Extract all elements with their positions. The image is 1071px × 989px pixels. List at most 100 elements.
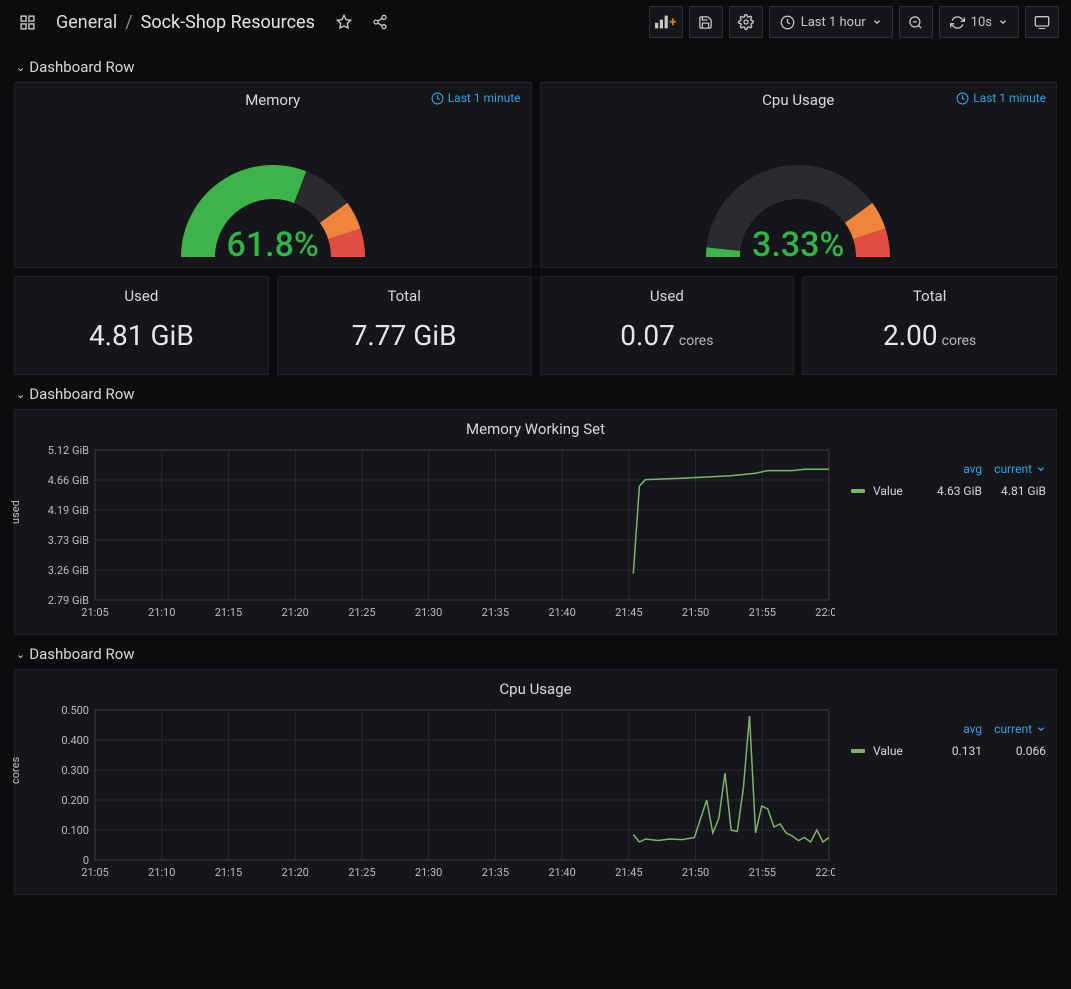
- row-header[interactable]: ⌄ Dashboard Row: [14, 48, 1057, 82]
- svg-text:5.12 GiB: 5.12 GiB: [48, 444, 89, 457]
- svg-text:21:45: 21:45: [615, 866, 642, 879]
- panel-mem-total[interactable]: Total 7.77 GiB: [277, 276, 532, 375]
- svg-text:22:00: 22:00: [815, 866, 835, 879]
- panel-memory-chart[interactable]: Memory Working Set used 2.79 GiB3.26 GiB…: [14, 409, 1057, 635]
- panel-cpu-total[interactable]: Total 2.00cores: [802, 276, 1057, 375]
- svg-text:3.26 GiB: 3.26 GiB: [48, 564, 89, 577]
- chart-legend[interactable]: avg current Value 0.131 0.066: [851, 704, 1046, 884]
- share-icon[interactable]: [365, 7, 395, 37]
- stat-value: 7.77 GiB: [278, 319, 531, 374]
- svg-text:21:25: 21:25: [348, 866, 375, 879]
- page-title[interactable]: Sock-Shop Resources: [141, 12, 315, 33]
- legend-swatch: [851, 489, 865, 493]
- y-axis-label: cores: [9, 757, 22, 784]
- chevron-down-icon: [872, 17, 882, 27]
- svg-text:22:00: 22:00: [815, 606, 835, 619]
- breadcrumb-sep: /: [125, 12, 132, 33]
- settings-button[interactable]: [729, 6, 763, 38]
- chevron-down-icon: [998, 17, 1008, 27]
- legend-col-current[interactable]: current: [994, 722, 1046, 736]
- chart-title: Cpu Usage: [25, 676, 1046, 704]
- svg-text:21:15: 21:15: [215, 606, 242, 619]
- svg-text:21:25: 21:25: [348, 606, 375, 619]
- stat-title: Total: [803, 277, 1056, 319]
- svg-text:21:05: 21:05: [81, 866, 108, 879]
- stat-value: 2.00cores: [803, 319, 1056, 374]
- panel-cpu-gauge[interactable]: Cpu Usage Last 1 minute 3.33%: [540, 82, 1058, 268]
- legend-current: 0.066: [990, 744, 1046, 758]
- svg-text:21:55: 21:55: [749, 606, 776, 619]
- svg-text:21:20: 21:20: [281, 606, 308, 619]
- svg-text:21:45: 21:45: [615, 606, 642, 619]
- chevron-down-icon: ⌄: [16, 61, 25, 74]
- chart-plot[interactable]: cores 00.1000.2000.3000.4000.50021:0521:…: [25, 704, 845, 884]
- svg-text:21:50: 21:50: [682, 866, 709, 879]
- svg-text:0.500: 0.500: [61, 704, 89, 717]
- save-button[interactable]: [689, 6, 723, 38]
- chart-title: Memory Working Set: [25, 416, 1046, 444]
- row-header[interactable]: ⌄ Dashboard Row: [14, 375, 1057, 409]
- svg-text:21:10: 21:10: [148, 866, 175, 879]
- svg-text:21:35: 21:35: [482, 866, 509, 879]
- legend-col-avg[interactable]: avg: [963, 462, 982, 476]
- legend-series[interactable]: Value 0.131 0.066: [851, 742, 1046, 760]
- row-title: Dashboard Row: [29, 58, 134, 76]
- panel-mem-used[interactable]: Used 4.81 GiB: [14, 276, 269, 375]
- svg-text:21:10: 21:10: [148, 606, 175, 619]
- chevron-down-icon: ⌄: [16, 388, 25, 401]
- panel-memory-gauge[interactable]: Memory Last 1 minute 61.8%: [14, 82, 532, 268]
- legend-current: 4.81 GiB: [990, 484, 1046, 498]
- svg-text:21:20: 21:20: [281, 866, 308, 879]
- panel-cpu-chart[interactable]: Cpu Usage cores 00.1000.2000.3000.4000.5…: [14, 669, 1057, 895]
- svg-text:21:50: 21:50: [682, 606, 709, 619]
- dashboard-grid-icon[interactable]: [12, 7, 42, 37]
- svg-text:21:15: 21:15: [215, 866, 242, 879]
- legend-label: Value: [873, 744, 918, 758]
- gauge-value: 61.8%: [153, 225, 393, 265]
- svg-text:21:35: 21:35: [482, 606, 509, 619]
- svg-text:21:55: 21:55: [749, 866, 776, 879]
- y-axis-label: used: [9, 500, 22, 524]
- svg-text:21:40: 21:40: [548, 866, 575, 879]
- svg-text:3.73 GiB: 3.73 GiB: [48, 534, 89, 547]
- row-header[interactable]: ⌄ Dashboard Row: [14, 635, 1057, 669]
- svg-text:21:40: 21:40: [548, 606, 575, 619]
- svg-text:21:05: 21:05: [81, 606, 108, 619]
- timerange-picker[interactable]: Last 1 hour: [769, 6, 893, 38]
- stat-title: Used: [15, 277, 268, 319]
- chevron-down-icon: [1036, 724, 1046, 734]
- breadcrumb-folder[interactable]: General: [56, 12, 117, 33]
- legend-avg: 0.131: [926, 744, 982, 758]
- legend-label: Value: [873, 484, 918, 498]
- legend-avg: 4.63 GiB: [926, 484, 982, 498]
- chart-plot[interactable]: used 2.79 GiB3.26 GiB3.73 GiB4.19 GiB4.6…: [25, 444, 845, 624]
- legend-col-avg[interactable]: avg: [963, 722, 982, 736]
- zoom-out-button[interactable]: [899, 6, 933, 38]
- chevron-down-icon: [1036, 464, 1046, 474]
- gauge-value: 3.33%: [678, 225, 918, 265]
- panel-cpu-used[interactable]: Used 0.07cores: [540, 276, 795, 375]
- stat-title: Used: [541, 277, 794, 319]
- legend-col-current[interactable]: current: [994, 462, 1046, 476]
- row-title: Dashboard Row: [29, 385, 134, 403]
- svg-text:0.300: 0.300: [61, 764, 89, 777]
- svg-text:4.19 GiB: 4.19 GiB: [48, 504, 89, 517]
- breadcrumb[interactable]: General / Sock-Shop Resources: [48, 8, 323, 37]
- add-panel-button[interactable]: +: [649, 6, 683, 38]
- timerange-label: Last 1 hour: [801, 15, 866, 30]
- refresh-label: 10s: [971, 15, 992, 30]
- chart-legend[interactable]: avg current Value 4.63 GiB 4.81 GiB: [851, 444, 1046, 624]
- svg-text:21:30: 21:30: [415, 606, 442, 619]
- svg-text:4.66 GiB: 4.66 GiB: [48, 474, 89, 487]
- stat-value: 4.81 GiB: [15, 319, 268, 374]
- stat-value: 0.07cores: [541, 319, 794, 374]
- stat-title: Total: [278, 277, 531, 319]
- legend-series[interactable]: Value 4.63 GiB 4.81 GiB: [851, 482, 1046, 500]
- chevron-down-icon: ⌄: [16, 648, 25, 661]
- star-icon[interactable]: [329, 7, 359, 37]
- panel-time-tag: Last 1 minute: [431, 91, 521, 105]
- clock-icon: [431, 92, 444, 105]
- svg-text:0.400: 0.400: [61, 734, 89, 747]
- refresh-picker[interactable]: 10s: [939, 6, 1019, 38]
- view-mode-button[interactable]: [1025, 6, 1059, 38]
